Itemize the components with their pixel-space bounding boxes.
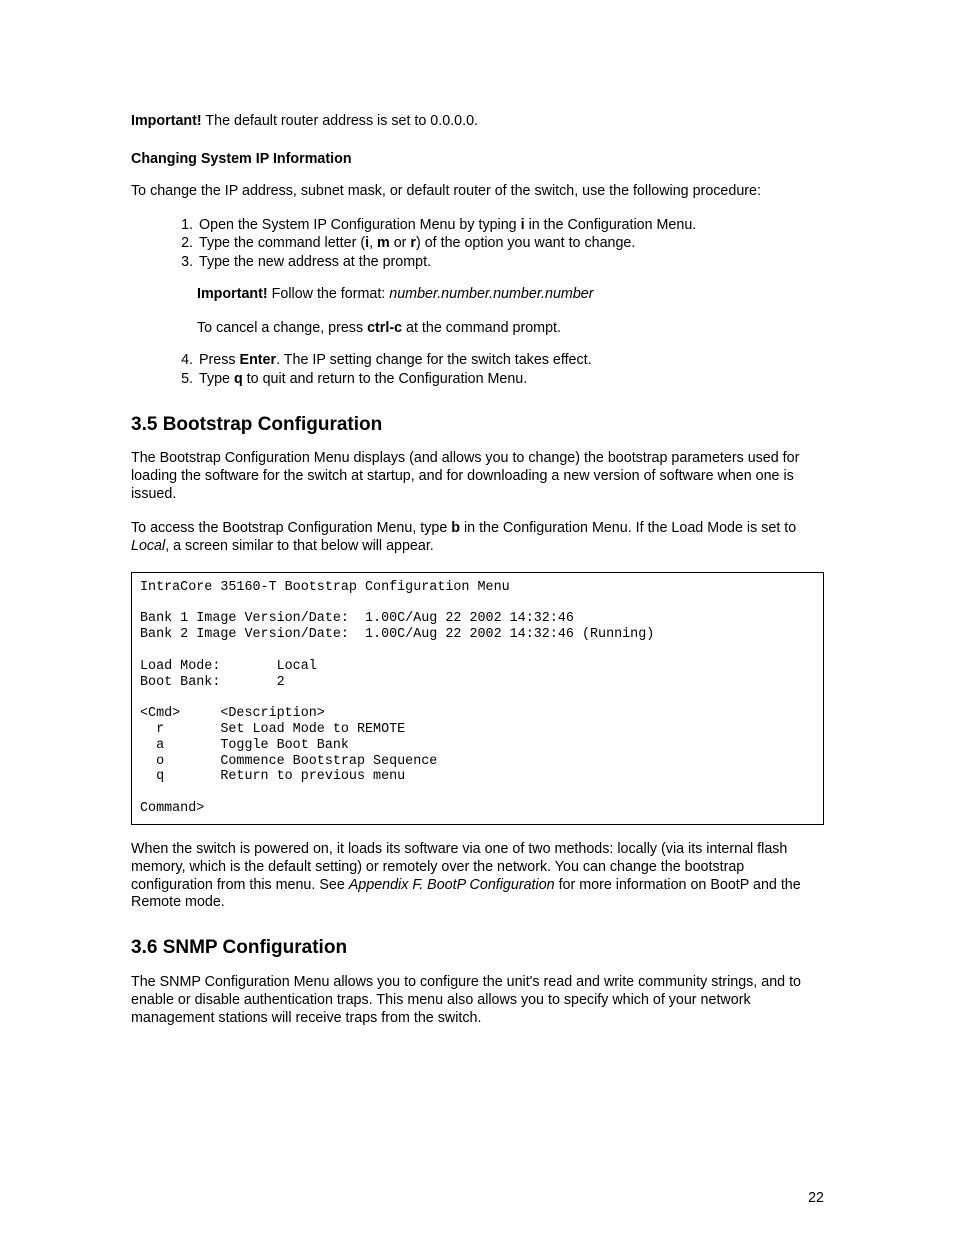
step5-text-a: Type	[199, 371, 234, 387]
steps-list-part1: Open the System IP Configuration Menu by…	[131, 217, 824, 273]
section35-para2: To access the Bootstrap Configuration Me…	[131, 520, 824, 556]
cancel-text-a: To cancel a change, press	[197, 320, 367, 336]
steps-list-part2: Press Enter. The IP setting change for t…	[131, 352, 824, 389]
format-note: Important! Follow the format: number.num…	[197, 286, 824, 304]
page-number: 22	[808, 1190, 824, 1208]
step1-text-a: Open the System IP Configuration Menu by…	[199, 217, 521, 233]
subheading-changing-ip: Changing System IP Information	[131, 151, 824, 169]
s35p2-local: Local	[131, 538, 165, 554]
important-note: Important! The default router address is…	[131, 113, 824, 131]
cancel-key: ctrl-c	[367, 320, 402, 336]
s35p2-c: , a screen similar to that below will ap…	[165, 538, 434, 554]
s35p2-key: b	[451, 520, 460, 536]
step-2: Type the command letter (i, m or r) of t…	[197, 235, 824, 253]
step4-key: Enter	[240, 352, 277, 368]
step5-text-b: to quit and return to the Configuration …	[243, 371, 528, 387]
step1-text-c: in the Configuration Menu.	[525, 217, 697, 233]
step2-key-m: m	[377, 235, 390, 251]
step3-note-block: Important! Follow the format: number.num…	[197, 286, 824, 338]
cancel-note: To cancel a change, press ctrl-c at the …	[197, 320, 824, 338]
page-content: Important! The default router address is…	[0, 0, 954, 1028]
step4-text-a: Press	[199, 352, 240, 368]
step4-text-b: . The IP setting change for the switch t…	[276, 352, 592, 368]
cancel-text-b: at the command prompt.	[402, 320, 561, 336]
step2-text-a: Type the command letter (	[199, 235, 365, 251]
step2-comma: ,	[369, 235, 377, 251]
s35p3-ref: Appendix F. BootP Configuration	[349, 877, 555, 893]
step-1: Open the System IP Configuration Menu by…	[197, 217, 824, 235]
section36-para1: The SNMP Configuration Menu allows you t…	[131, 974, 824, 1028]
note-label: Important!	[197, 286, 268, 302]
step2-text-b: ) of the option you want to change.	[416, 235, 635, 251]
heading-3-5: 3.5 Bootstrap Configuration	[131, 413, 824, 437]
step2-or: or	[390, 235, 411, 251]
section35-para1: The Bootstrap Configuration Menu display…	[131, 450, 824, 504]
step5-key: q	[234, 371, 243, 387]
important-text: The default router address is set to 0.0…	[202, 113, 478, 129]
changing-ip-intro: To change the IP address, subnet mask, o…	[131, 183, 824, 201]
note-text-a: Follow the format:	[268, 286, 390, 302]
step-4: Press Enter. The IP setting change for t…	[197, 352, 824, 370]
heading-3-6: 3.6 SNMP Configuration	[131, 936, 824, 960]
s35p2-a: To access the Bootstrap Configuration Me…	[131, 520, 451, 536]
bootstrap-config-screen: IntraCore 35160-T Bootstrap Configuratio…	[131, 572, 824, 825]
important-label: Important!	[131, 113, 202, 129]
note-format: number.number.number.number	[389, 286, 593, 302]
step-5: Type q to quit and return to the Configu…	[197, 371, 824, 389]
step-3: Type the new address at the prompt.	[197, 254, 824, 272]
section35-para3: When the switch is powered on, it loads …	[131, 841, 824, 912]
s35p2-b: in the Configuration Menu. If the Load M…	[460, 520, 796, 536]
